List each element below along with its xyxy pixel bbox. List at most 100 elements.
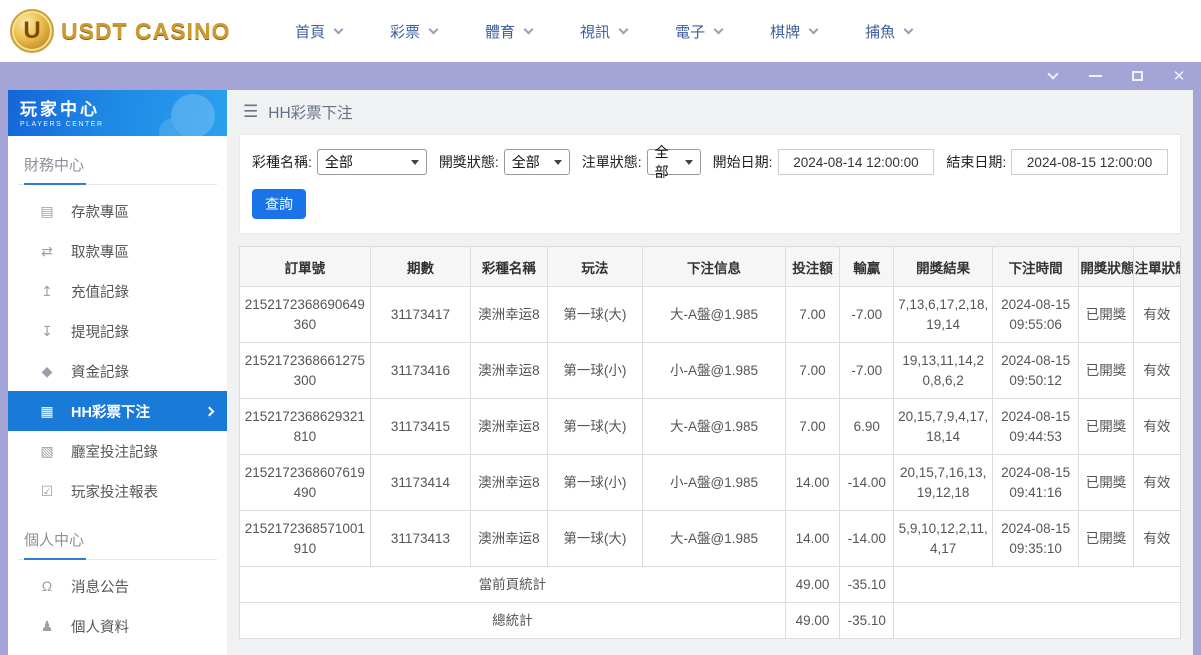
sidebar-item-hh-lottery-bets[interactable]: ▦HH彩票下注 [8, 391, 227, 431]
table-cell: 2024-08-15 09:44:53 [992, 399, 1078, 455]
start-date-input[interactable]: 2024-08-14 12:00:00 [778, 149, 935, 175]
nav-item-label: 視訊 [580, 21, 610, 42]
end-date-label: 結束日期: [946, 152, 1006, 172]
player-center-title: 玩家中心 [20, 95, 215, 120]
order-status-select[interactable]: 全部 [647, 149, 701, 175]
sidebar-item-withdraw[interactable]: ⇄取款專區 [8, 231, 227, 271]
end-date-input[interactable]: 2024-08-15 12:00:00 [1011, 149, 1168, 175]
sidebar-item-funds-record[interactable]: ◆資金記錄 [8, 351, 227, 391]
table-row: 215217236857100191031173413澳洲幸运8第一球(大)大-… [240, 511, 1181, 567]
table-cell: 2152172368607619490 [240, 455, 371, 511]
nav-item-5[interactable]: 電子 [675, 21, 722, 42]
sidebar-item-label: 廳室投注記錄 [71, 441, 158, 462]
nav-item-label: 棋牌 [770, 21, 800, 42]
sidebar-item-hall-bet-records[interactable]: ▧ 廳室投注記錄 [8, 431, 227, 471]
table-cell: 14.00 [785, 455, 839, 511]
select-arrow-icon [411, 160, 419, 165]
top-nav: 首頁 彩票 體育 視訊 電子 棋牌 捕魚 [295, 21, 912, 42]
chevron-down-icon [809, 24, 819, 34]
table-cell: 已開獎 [1079, 511, 1133, 567]
table-cell: 31173414 [370, 455, 471, 511]
funds-record-icon: ◆ [38, 363, 56, 380]
summary-winloss-total: -35.10 [840, 603, 894, 639]
page-title: HH彩票下注 [268, 101, 352, 123]
table-cell: 20,15,7,16,13,19,12,18 [894, 455, 993, 511]
table-cell: 第一球(小) [547, 455, 643, 511]
table-cell: 第一球(大) [547, 399, 643, 455]
table-cell: 澳洲幸运8 [471, 287, 547, 343]
top-navbar: U USDT CASINO 首頁 彩票 體育 視訊 電子 棋牌 捕魚 [0, 0, 1201, 62]
table-cell: 7.00 [785, 287, 839, 343]
sidebar-item-label: 取款專區 [71, 241, 129, 262]
summary-spacer [894, 567, 1181, 603]
sidebar-section-label: 財務中心 [18, 146, 217, 185]
minimize-icon [1089, 75, 1102, 77]
table-cell: 2024-08-15 09:55:06 [992, 287, 1078, 343]
window-close-button[interactable]: ✕ [1171, 68, 1187, 84]
table-cell: 澳洲幸运8 [471, 455, 547, 511]
sidebar-item-label: 個人資料 [71, 616, 129, 637]
window-maximize-button[interactable] [1129, 68, 1145, 84]
nav-item-2[interactable]: 彩票 [390, 21, 437, 42]
player-center-header: 玩家中心 PLAYERS CENTER [8, 90, 227, 136]
order-status-label: 注單狀態: [582, 152, 642, 172]
column-header: 期數 [370, 247, 471, 287]
table-cell: 有效 [1133, 511, 1180, 567]
table-cell: 19,13,11,14,20,8,6,2 [894, 343, 993, 399]
table-cell: 2024-08-15 09:35:10 [992, 511, 1078, 567]
window-collapse-button[interactable] [1045, 68, 1061, 84]
column-header: 輸贏 [840, 247, 894, 287]
sidebar: 玩家中心 PLAYERS CENTER 財務中心▤存款專區⇄取款專區↥充值記錄↧… [8, 90, 227, 655]
window-body: 玩家中心 PLAYERS CENTER 財務中心▤存款專區⇄取款專區↥充值記錄↧… [8, 90, 1193, 655]
nav-item-4[interactable]: 視訊 [580, 21, 627, 42]
filter-panel: 彩種名稱: 全部 開獎狀態: 全部 注單狀態: 全部 [239, 134, 1181, 234]
chevron-down-icon [904, 24, 914, 34]
bets-table-wrap: 訂單號期數彩種名稱玩法下注信息投注額輸贏開獎結果下注時間開獎狀態注單狀態 215… [239, 246, 1181, 639]
hamburger-icon[interactable]: ☰ [243, 102, 258, 122]
player-center-subtitle: PLAYERS CENTER [20, 121, 215, 128]
table-cell: 已開獎 [1079, 343, 1133, 399]
lottery-name-select[interactable]: 全部 [317, 149, 427, 175]
table-cell: 有效 [1133, 287, 1180, 343]
sidebar-item-label: 玩家投注報表 [71, 481, 158, 502]
chevron-down-icon [1047, 68, 1058, 79]
nav-item-3[interactable]: 體育 [485, 21, 532, 42]
table-cell: 大-A盤@1.985 [643, 399, 786, 455]
window-minimize-button[interactable] [1087, 68, 1103, 84]
hh-lottery-bets-icon: ▦ [38, 403, 56, 420]
sidebar-item-label: 存款專區 [71, 201, 129, 222]
table-cell: 2152172368690649360 [240, 287, 371, 343]
order-status-value: 全部 [655, 142, 679, 182]
sidebar-item-player-bet-report[interactable]: ☑玩家投注報表 [8, 471, 227, 511]
profile-icon: ♟ [38, 618, 56, 635]
app-window: ✕ 玩家中心 PLAYERS CENTER 財務中心 ▤存款專區⇄取款專區↥充值記… [0, 62, 1201, 655]
chevron-down-icon [619, 24, 629, 34]
sidebar-item-withdrawal-record[interactable]: ↧提現記錄 [8, 311, 227, 351]
chevron-down-icon [429, 24, 439, 34]
column-header: 彩種名稱 [471, 247, 547, 287]
search-button[interactable]: 查詢 [252, 189, 306, 219]
sidebar-item-profile[interactable]: ♟ 個人資料 [8, 606, 227, 646]
sidebar-item-bell[interactable]: Ω消息公告 [8, 566, 227, 606]
bell-icon: Ω [38, 578, 56, 594]
column-header: 下注信息 [643, 247, 786, 287]
table-cell: 31173413 [370, 511, 471, 567]
draw-status-select[interactable]: 全部 [504, 149, 570, 175]
section-label-text: 財務中心 [24, 157, 84, 174]
table-cell: 有效 [1133, 343, 1180, 399]
window-controls: ✕ [1045, 62, 1187, 90]
select-arrow-icon [554, 160, 562, 165]
select-arrow-icon [685, 160, 693, 165]
table-row: 215217236866127530031173416澳洲幸运8第一球(小)小-… [240, 343, 1181, 399]
nav-item-7[interactable]: 捕魚 [865, 21, 912, 42]
brand-logo[interactable]: U USDT CASINO [10, 9, 245, 53]
nav-item-6[interactable]: 棋牌 [770, 21, 817, 42]
sidebar-item-deposit[interactable]: ▤存款專區 [8, 191, 227, 231]
main-content: ☰ HH彩票下注 彩種名稱: 全部 開獎狀態: 全部 [227, 90, 1193, 655]
withdrawal-record-icon: ↧ [38, 323, 56, 340]
chevron-down-icon [714, 24, 724, 34]
sidebar-item-recharge-record[interactable]: ↥充值記錄 [8, 271, 227, 311]
hall-bet-records-icon: ▧ [38, 443, 56, 460]
table-cell: 澳洲幸运8 [471, 343, 547, 399]
nav-item-1[interactable]: 首頁 [295, 21, 342, 42]
